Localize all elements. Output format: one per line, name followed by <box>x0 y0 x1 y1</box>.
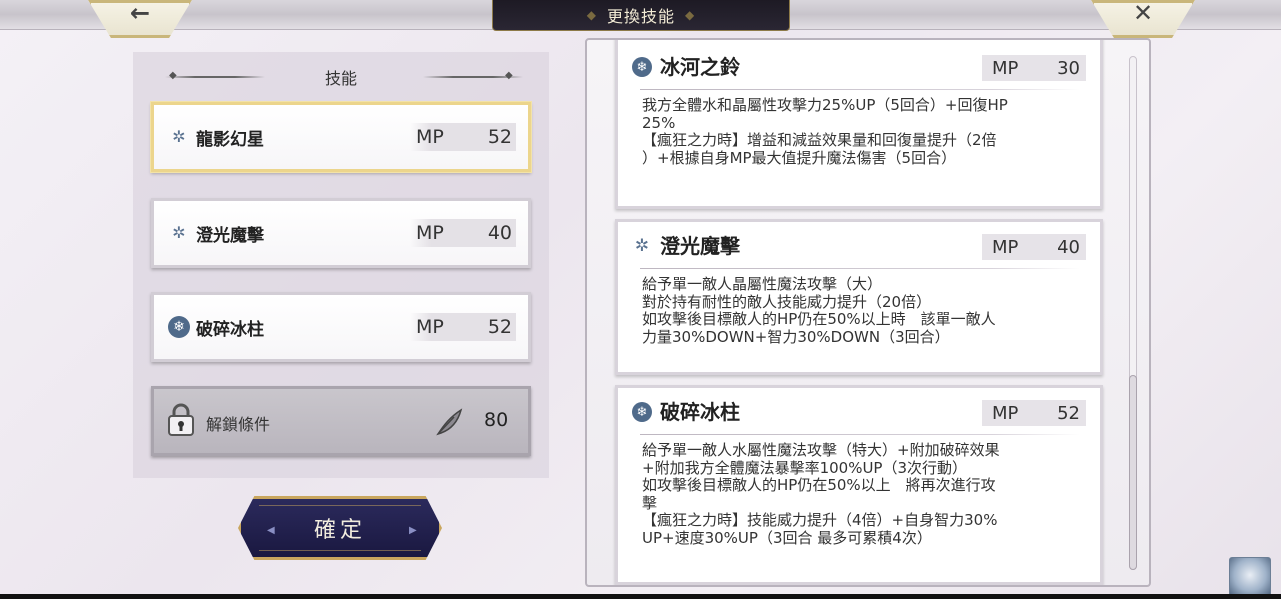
skill-detail-description: 給予單一敵人水屬性魔法攻擊（特大）+附加破碎效果 +附加我方全體魔法暴擊率100… <box>642 441 1000 547</box>
page-title-plate: ◆ 更換技能 ◆ <box>492 0 790 31</box>
mp-label: MP <box>992 402 1019 424</box>
skill-slot-3[interactable]: ❄ 破碎冰柱 MP 52 <box>151 292 531 362</box>
skill-detail-description: 我方全體水和晶屬性攻擊力25%UP（5回合）+回復HP 25% 【瘋狂之力時】增… <box>642 96 1008 167</box>
mp-label: MP <box>416 222 444 244</box>
back-arrow-icon: ← <box>129 0 151 27</box>
crystal-outline-icon: ✲ <box>172 127 186 146</box>
skill-slot-name: 澄光魔擊 <box>196 225 264 246</box>
mp-cost: MP 30 <box>982 55 1086 81</box>
unlock-cost-value: 80 <box>484 409 509 431</box>
mp-cost: MP 40 <box>410 219 516 247</box>
mp-value: 52 <box>1057 402 1080 424</box>
crystal-outline-icon: ✲ <box>634 235 650 256</box>
scrollbar-thumb[interactable] <box>1129 375 1137 570</box>
unlock-condition-label: 解鎖條件 <box>206 415 271 434</box>
skill-slot-panel: ◆ 技能 ◆ ✲ 龍影幻星 MP 52 ✲ 澄光魔擊 MP 40 ❄ 破碎冰柱 … <box>133 52 549 478</box>
skill-detail-header: ✲ 澄光魔擊 MP 40 <box>618 222 1100 266</box>
skill-slot-2[interactable]: ✲ 澄光魔擊 MP 40 <box>151 198 531 268</box>
detail-divider <box>640 268 1080 269</box>
detail-divider <box>640 434 1080 435</box>
close-icon: ✕ <box>1132 0 1154 27</box>
close-button[interactable]: ✕ <box>1091 0 1195 38</box>
back-button[interactable]: ← <box>88 0 192 38</box>
title-ornament-left: ◆ <box>586 8 597 22</box>
mp-cost: MP 40 <box>982 234 1086 260</box>
mp-value: 30 <box>1057 57 1080 79</box>
heading-ornament-icon: ◆ <box>505 70 513 81</box>
mp-value: 52 <box>487 316 512 338</box>
crystal-outline-icon: ✲ <box>172 223 186 242</box>
skill-detail-card[interactable]: ✲ 澄光魔擊 MP 40 給予單一敵人晶屬性魔法攻擊（大） 對於持有耐性的敵人技… <box>615 219 1103 375</box>
confirm-button[interactable]: ◀ 確定 ▶ <box>238 496 442 560</box>
mp-label: MP <box>992 57 1019 79</box>
title-ornament-right: ◆ <box>685 8 696 22</box>
mp-label: MP <box>992 236 1019 258</box>
locked-skill-slot[interactable]: 解鎖條件 80 <box>151 386 531 456</box>
water-orb-icon: ❄ <box>632 402 652 422</box>
skill-detail-name: 冰河之鈴 <box>660 55 740 79</box>
mp-value: 40 <box>487 222 512 244</box>
skill-detail-name: 澄光魔擊 <box>660 234 740 258</box>
mp-label: MP <box>416 316 444 338</box>
water-orb-icon: ❄ <box>632 57 652 77</box>
skill-detail-header: ❄ 冰河之鈴 MP 30 <box>618 43 1100 87</box>
lock-icon <box>168 403 194 436</box>
skill-detail-card[interactable]: ❄ 破碎冰柱 MP 52 給予單一敵人水屬性魔法攻擊（特大）+附加破碎效果 +附… <box>615 385 1103 585</box>
skill-detail-header: ❄ 破碎冰柱 MP 52 <box>618 388 1100 432</box>
mp-cost: MP 52 <box>982 400 1086 426</box>
player-avatar[interactable] <box>1229 557 1271 597</box>
skill-detail-card[interactable]: ❄ 冰河之鈴 MP 30 我方全體水和晶屬性攻擊力25%UP（5回合）+回復HP… <box>615 40 1103 209</box>
water-orb-icon: ❄ <box>168 316 190 338</box>
skill-detail-description: 給予單一敵人晶屬性魔法攻擊（大） 對於持有耐性的敵人技能威力提升（20倍） 如攻… <box>642 275 996 346</box>
bottom-edge <box>0 594 1281 599</box>
confirm-ornament-icon: ▶ <box>409 525 417 536</box>
mp-label: MP <box>416 126 444 148</box>
detail-divider <box>640 89 1080 90</box>
skill-slot-1[interactable]: ✲ 龍影幻星 MP 52 <box>151 102 531 172</box>
confirm-label: 確定 <box>313 518 366 543</box>
confirm-ornament-icon: ◀ <box>267 525 275 536</box>
mp-cost: MP 52 <box>410 123 516 151</box>
skill-detail-name: 破碎冰柱 <box>660 400 740 424</box>
skill-slot-name: 龍影幻星 <box>196 129 264 150</box>
mp-cost: MP 52 <box>410 313 516 341</box>
skill-detail-list[interactable]: ❄ 冰河之鈴 MP 30 我方全體水和晶屬性攻擊力25%UP（5回合）+回復HP… <box>585 38 1151 587</box>
skill-slot-name: 破碎冰柱 <box>196 319 264 340</box>
mp-value: 52 <box>487 126 512 148</box>
page-title: 更換技能 <box>606 7 675 26</box>
feather-icon <box>436 408 463 436</box>
mp-value: 40 <box>1057 236 1080 258</box>
